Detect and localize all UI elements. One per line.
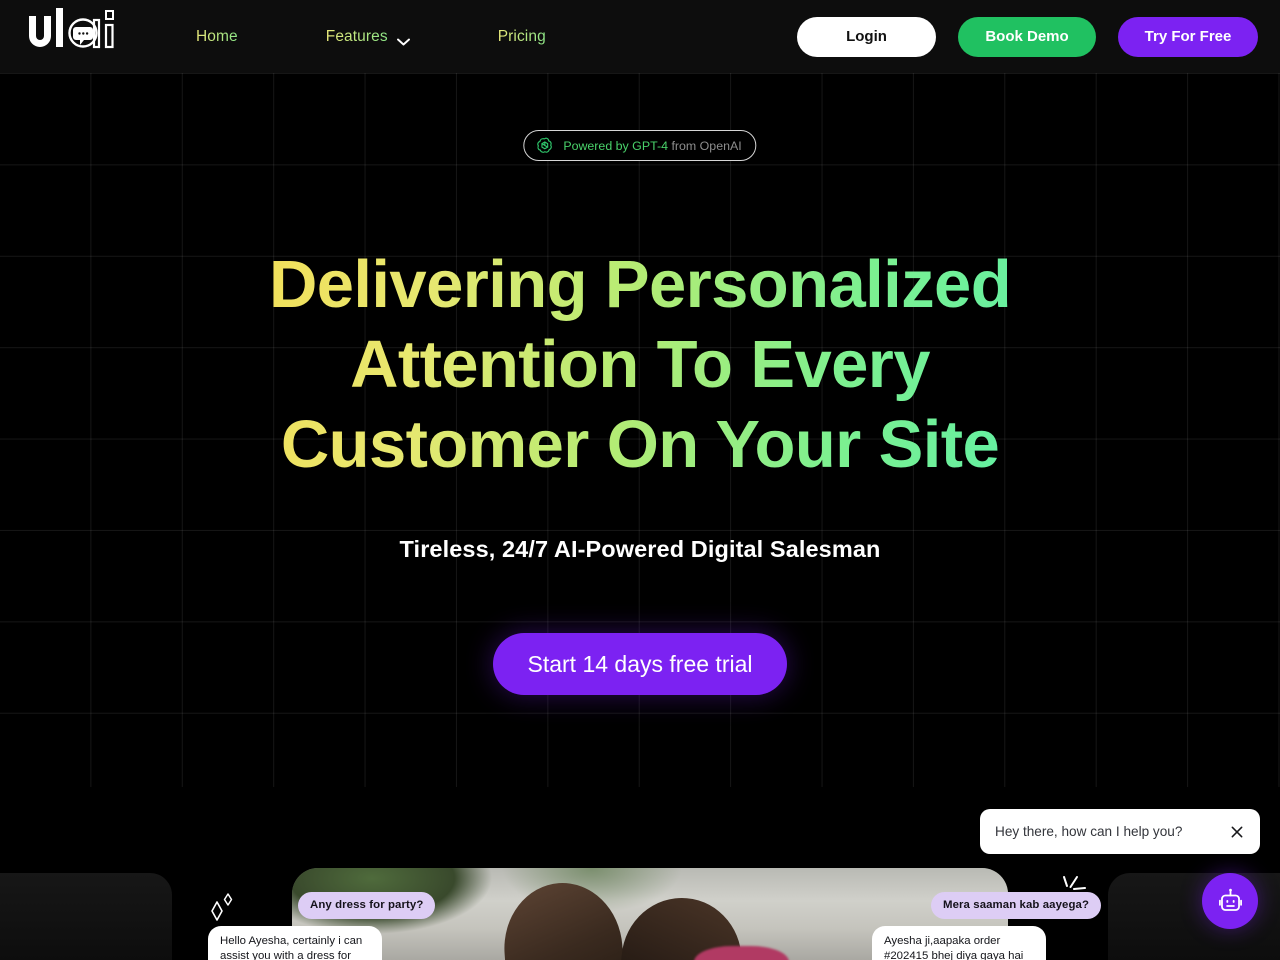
hero-section: Powered by GPT-4 from OpenAI Delivering … [0, 73, 1280, 806]
nav-link-features-label: Features [325, 27, 388, 45]
nav-item-features[interactable]: Features [326, 28, 410, 46]
showcase-left-panel [0, 873, 172, 960]
try-for-free-button[interactable]: Try For Free [1118, 16, 1258, 57]
badge-text: Powered by GPT-4 from OpenAI [563, 139, 741, 153]
badge-text-highlight: Powered by GPT-4 [563, 138, 668, 153]
powered-by-gpt4-badge: Powered by GPT-4 from OpenAI [523, 130, 757, 161]
nav-link-home-label: Home [196, 27, 238, 45]
chevron-down-icon [396, 33, 410, 45]
chat-bubble-bot-left: Hello Ayesha, certainly i can assist you… [208, 926, 382, 960]
start-free-trial-button[interactable]: Start 14 days free trial [493, 633, 787, 695]
chat-bubble-user-left: Any dress for party? [298, 892, 436, 919]
sparkles-icon [205, 890, 239, 924]
chat-launcher-button[interactable] [1202, 873, 1258, 929]
chat-greeting-text: Hey there, how can I help you? [995, 824, 1183, 839]
main-navigation: Home Features Pricing [196, 0, 546, 73]
ulai-logo[interactable] [26, 6, 128, 58]
nav-item-pricing[interactable]: Pricing [498, 28, 546, 46]
close-icon[interactable] [1228, 823, 1246, 841]
chat-bubble-bot-right: Ayesha ji,aapaka order #202415 bhej diya… [872, 926, 1046, 960]
hero-headline: Delivering Personalized Attention To Eve… [260, 245, 1020, 485]
page-root: Home Features Pricing Login Book Demo Tr… [0, 0, 1280, 960]
ulai-chat-logo-icon [29, 8, 114, 49]
robot-icon [1218, 888, 1242, 911]
burst-lines-icon [1058, 874, 1088, 902]
login-button[interactable]: Login [797, 16, 936, 57]
nav-link-pricing-label: Pricing [497, 27, 546, 45]
openai-logo-icon [535, 136, 554, 155]
chat-greeting-popup: Hey there, how can I help you? [980, 809, 1260, 854]
book-demo-button[interactable]: Book Demo [958, 16, 1096, 57]
header-actions: Login Book Demo Try For Free [797, 0, 1258, 73]
badge-text-muted: from OpenAI [668, 138, 742, 153]
hero-subheadline: Tireless, 24/7 AI-Powered Digital Salesm… [399, 536, 881, 562]
site-header: Home Features Pricing Login Book Demo Tr… [0, 0, 1280, 73]
nav-item-home[interactable]: Home [196, 28, 238, 46]
